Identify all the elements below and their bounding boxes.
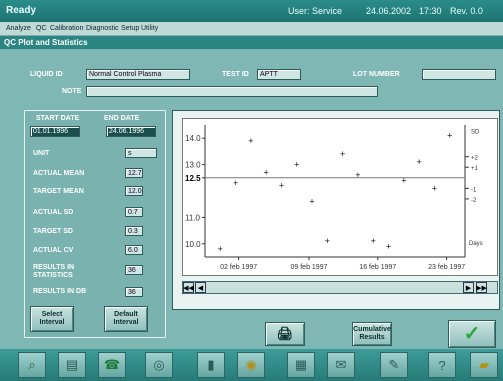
- results-db-label: RESULTS IN DB: [33, 288, 87, 295]
- select-interval-button[interactable]: Select Interval: [30, 306, 74, 332]
- target-sd-field: 0.3: [125, 226, 143, 236]
- liquid-id-label: LIQUID ID: [30, 71, 63, 78]
- date-text: 24.06.2002: [366, 6, 412, 16]
- test-id-label: TEST ID: [222, 71, 249, 78]
- note-field[interactable]: [86, 86, 378, 97]
- print-button[interactable]: 🖨: [265, 322, 305, 346]
- days-label: Days: [469, 241, 483, 247]
- data-point: +: [447, 131, 452, 141]
- menu-bar: Analyze QC Calibration Diagnostic Setup …: [0, 22, 503, 36]
- x-tick-label: 23 feb 1997: [428, 264, 465, 271]
- data-point: +: [432, 183, 437, 193]
- sd-label: +2: [471, 156, 479, 162]
- rev-text: Rev. 0.0: [450, 6, 483, 16]
- question-icon[interactable]: ?: [428, 352, 456, 378]
- title-bar: Ready User: Service 24.06.2002 17:30 Rev…: [0, 0, 503, 22]
- y-tick-label: 14.0: [185, 134, 201, 143]
- data-point: +: [355, 170, 360, 180]
- data-point: +: [401, 175, 406, 185]
- y-tick-label: 10.0: [185, 240, 201, 249]
- results-stats-label: RESULTS IN STATISTICS: [33, 264, 75, 279]
- data-point: +: [416, 157, 421, 167]
- x-tick-label: 02 feb 1997: [220, 264, 257, 271]
- document-icon[interactable]: ▤: [58, 352, 86, 378]
- results-db-field: 36: [125, 287, 143, 297]
- data-point: +: [340, 149, 345, 159]
- y-tick-label: 13.0: [185, 161, 201, 170]
- target-mean-label: TARGET MEAN: [33, 188, 84, 195]
- disc-icon[interactable]: ◎: [145, 352, 173, 378]
- default-interval-button[interactable]: Default Interval: [104, 306, 148, 332]
- data-point: +: [233, 178, 238, 188]
- y-tick-label: 12.5: [185, 174, 201, 183]
- qc-scatter-chart: 14.0 13.0 12.5 11.0 10.0 SD +2 +1 -1 -2 Days 02 feb…: [182, 118, 498, 276]
- menu-item-diagnostic[interactable]: Diagnostic: [86, 25, 119, 32]
- note-label: NOTE: [62, 88, 82, 95]
- sd-label: -1: [471, 187, 477, 193]
- folder-icon[interactable]: ▰: [470, 352, 498, 378]
- data-point: +: [248, 136, 253, 146]
- data-point: +: [371, 236, 376, 246]
- actual-mean-label: ACTUAL MEAN: [33, 170, 85, 177]
- menu-item-setup[interactable]: Setup: [121, 25, 139, 32]
- liquid-id-field[interactable]: Normal Control Plasma: [86, 69, 190, 80]
- phone-icon[interactable]: ☎: [98, 352, 126, 378]
- test-id-field[interactable]: APTT: [257, 69, 301, 80]
- printer-icon: 🖨: [276, 326, 294, 341]
- statistics-panel: [24, 110, 166, 338]
- data-point: +: [218, 244, 223, 254]
- target-sd-label: TARGET SD: [33, 228, 73, 235]
- target-mean-field: 12.0: [125, 186, 143, 196]
- end-date-field[interactable]: 24.06.1996: [106, 126, 156, 137]
- x-tick-label: 16 feb 1997: [359, 264, 396, 271]
- data-point: +: [294, 160, 299, 170]
- lot-number-label: LOT NUMBER: [353, 71, 400, 78]
- y-tick-label: 11.0: [185, 213, 201, 222]
- sd-label: -2: [471, 198, 477, 204]
- x-tick-label: 09 feb 1997: [291, 264, 328, 271]
- scroll-left-icon[interactable]: ◀: [195, 282, 206, 293]
- sd-label: +1: [471, 166, 479, 172]
- actual-cv-field: 6.0: [125, 245, 143, 255]
- search-icon[interactable]: ⌕: [18, 352, 46, 378]
- actual-sd-field: 0.7: [125, 207, 143, 217]
- end-date-label: END DATE: [104, 115, 140, 122]
- menu-item-analyze[interactable]: Analyze: [6, 25, 31, 32]
- actual-cv-label: ACTUAL CV: [33, 247, 74, 254]
- data-point: +: [279, 181, 284, 191]
- actual-mean-field: 12.7: [125, 168, 143, 178]
- scroll-first-icon[interactable]: ◀◀: [183, 282, 194, 293]
- data-point: +: [309, 197, 314, 207]
- cumulative-results-button[interactable]: Cumulative Results: [352, 322, 392, 346]
- menu-item-calibration[interactable]: Calibration: [50, 25, 83, 32]
- data-point: +: [325, 236, 330, 246]
- start-date-field[interactable]: 01.01.1996: [30, 126, 80, 137]
- eye-icon[interactable]: ◉: [237, 352, 265, 378]
- checkmark-icon: ✓: [463, 323, 481, 345]
- unit-field: s: [125, 148, 157, 158]
- user-text: User: Service: [288, 6, 343, 16]
- status-text: Ready: [6, 5, 37, 16]
- unit-label: UNIT: [33, 150, 50, 157]
- panel-title: QC Plot and Statistics: [0, 36, 503, 49]
- scroll-last-icon[interactable]: ▶▶: [476, 282, 487, 293]
- lot-number-field[interactable]: [422, 69, 496, 80]
- data-point: +: [386, 241, 391, 251]
- chart-scrollbar[interactable]: ◀◀ ◀ ▶ ▶▶: [182, 281, 498, 294]
- chart-svg: 14.0 13.0 12.5 11.0 10.0 SD +2 +1 -1 -2 Days 02 feb…: [185, 125, 483, 271]
- results-stats-field: 36: [125, 265, 143, 275]
- chart-icon[interactable]: ▦: [287, 352, 315, 378]
- time-text: 17:30: [419, 6, 442, 16]
- actual-sd-label: ACTUAL SD: [33, 209, 74, 216]
- menu-item-qc[interactable]: QC: [36, 25, 47, 32]
- trash-icon[interactable]: ▮: [197, 352, 225, 378]
- menu-item-utility[interactable]: Utility: [141, 25, 158, 32]
- pen-icon[interactable]: ✎: [380, 352, 408, 378]
- start-date-label: START DATE: [36, 115, 80, 122]
- scroll-right-icon[interactable]: ▶: [463, 282, 474, 293]
- data-point: +: [264, 168, 269, 178]
- ok-button[interactable]: ✓: [448, 320, 496, 348]
- sd-label: SD: [471, 129, 480, 135]
- mail-icon[interactable]: ✉: [327, 352, 355, 378]
